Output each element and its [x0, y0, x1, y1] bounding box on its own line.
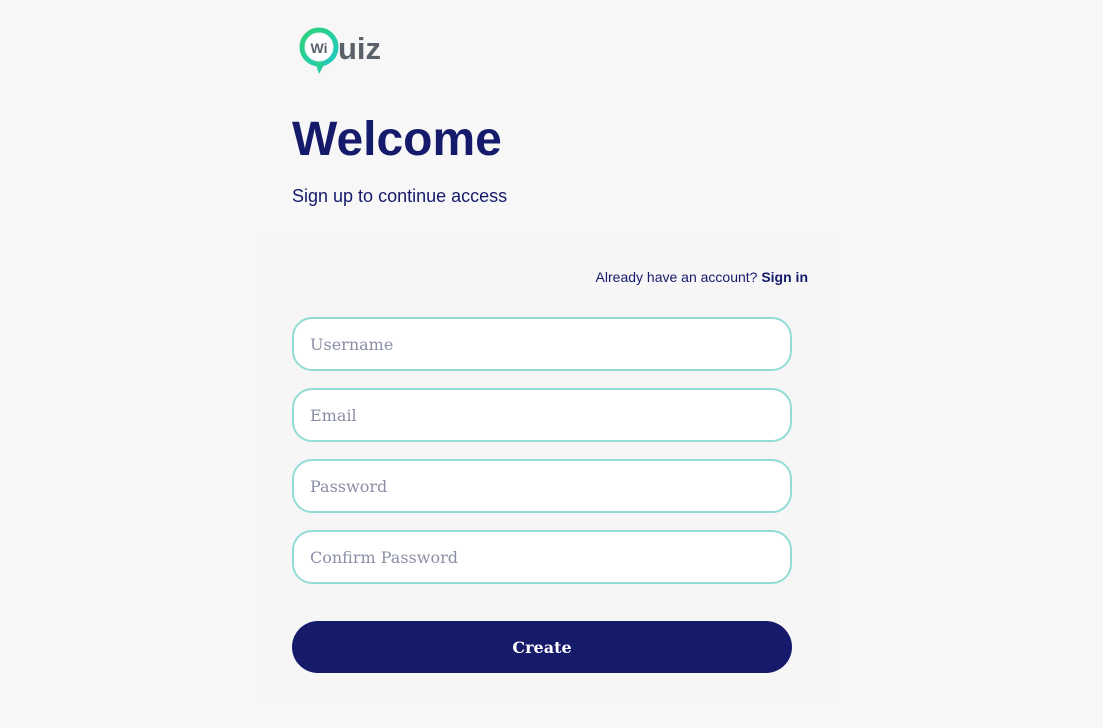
- signup-card: Already have an account? Sign in Create: [260, 236, 840, 704]
- logo-wordmark: uiz: [338, 31, 381, 66]
- page-subtitle: Sign up to continue access: [292, 186, 508, 206]
- confirm-password-field[interactable]: [292, 530, 792, 584]
- wiquiz-logo: Wi uiz: [298, 26, 390, 78]
- signin-prompt-row: Already have an account? Sign in: [596, 269, 808, 285]
- create-button[interactable]: Create: [292, 621, 792, 673]
- signin-prompt-text: Already have an account?: [595, 269, 758, 285]
- signin-link[interactable]: Sign in: [761, 269, 808, 285]
- email-field[interactable]: [292, 388, 792, 442]
- logo-mark-icon: Wi uiz: [299, 27, 381, 74]
- logo-badge-text: Wi: [311, 40, 328, 56]
- username-field[interactable]: [292, 317, 792, 371]
- page-title: Welcome: [292, 113, 502, 166]
- password-field[interactable]: [292, 459, 792, 513]
